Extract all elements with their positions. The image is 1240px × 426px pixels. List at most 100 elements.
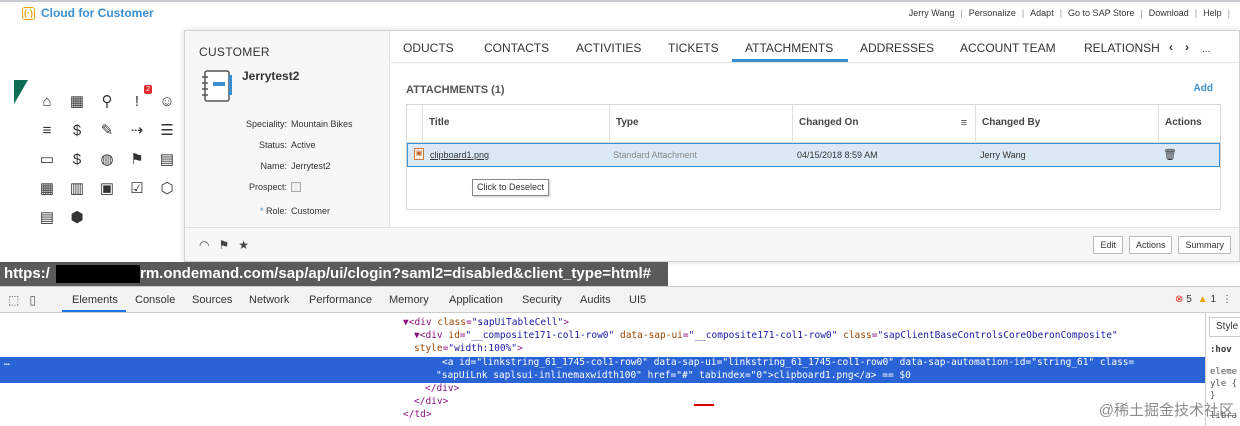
tab-next-icon[interactable]: › [1185,40,1189,54]
accounts-icon[interactable]: ≡ [36,119,58,141]
card-icon[interactable]: ▤ [156,148,178,170]
field-label: Name: [260,161,287,171]
star-icon[interactable]: ★ [238,238,249,252]
node-menu-icon[interactable]: … [4,357,10,368]
dom-node-close[interactable]: </td> [0,409,1205,422]
home-icon[interactable]: ⌂ [36,90,58,112]
tab-account-team[interactable]: ACCOUNT TEAM [960,41,1056,55]
dom-node-selected[interactable]: … <a id = "linkstring_61_1745-col1-row0" d… [0,357,1205,370]
checklist-icon[interactable]: ☑ [126,177,148,199]
devtools-menu-icon[interactable]: ⋮ [1222,294,1232,305]
attachment-title-link[interactable]: clipboard1.png [430,150,489,160]
flag-icon[interactable]: ⚑ [218,238,229,252]
dom-attr: style [414,343,443,354]
map-pin-icon[interactable]: ⚑ [126,148,148,170]
calendar-icon[interactable]: ▦ [36,177,58,199]
dom-selected-marker: == $0 [876,370,911,381]
tab-contacts[interactable]: CONTACTS [484,41,549,55]
prospect-checkbox[interactable] [291,182,301,192]
filter-icon[interactable]: ≡ [961,117,967,129]
task-list-icon[interactable]: ▤ [36,206,58,228]
globe-icon[interactable]: ◍ [96,148,118,170]
money-flow-icon[interactable]: ⇢ [126,119,148,141]
tab-attachments[interactable]: ATTACHMENTS [745,41,833,55]
devtools-tab-application[interactable]: Application [449,294,503,306]
dom-tag: <div [408,317,438,328]
toplink-sap-store[interactable]: Go to SAP Store [1062,8,1140,18]
tab-relationships[interactable]: RELATIONSH [1084,41,1160,55]
tab-activities[interactable]: ACTIVITIES [576,41,641,55]
hov-toggle[interactable]: :hov [1210,345,1232,355]
quote-icon[interactable]: $ [66,148,88,170]
column-type[interactable]: Type [610,105,793,143]
actions-button[interactable]: Actions [1128,236,1173,254]
summary-button[interactable]: Summary [1178,236,1231,254]
document-edit-icon[interactable]: ✎ [96,119,118,141]
tab-products[interactable]: ODUCTS [403,41,454,55]
dom-attr: class [437,317,466,328]
dom-node-close[interactable]: </div> [0,383,1205,396]
devtools-tab-memory[interactable]: Memory [389,294,429,306]
toplink-user[interactable]: Jerry Wang [903,8,961,18]
dom-attr: data-sap-ui [653,357,717,368]
rss-icon[interactable]: ◠ [199,238,209,252]
dom-val: "linkstring_61_1745-col1-row0" [476,357,648,368]
dom-val: "string_61" [1031,357,1095,368]
devtools-tab-console[interactable]: Console [135,294,175,306]
money-icon[interactable]: $ [66,119,88,141]
table-row[interactable]: ▣ clipboard1.png Standard Attachment 04/… [407,143,1220,167]
report-icon[interactable]: ▥ [66,177,88,199]
delete-icon[interactable]: 🗑 [1163,148,1177,161]
toplink-personalize[interactable]: Personalize [963,8,1022,18]
device-toolbar-icon[interactable]: ▯ [29,293,36,307]
edit-button[interactable]: Edit [1093,236,1123,254]
dom-val: "0" [750,370,768,381]
calendar-14-icon[interactable]: ▦ [66,90,88,112]
dom-node[interactable]: ▼<div class="sapUiTableCell"> [0,317,1205,330]
devtools-issue-counters[interactable]: ⊗ 5 ▲ 1 ⋮ [1175,294,1232,305]
cube-icon[interactable]: ⬢ [66,206,88,228]
warning-counter: ▲ 1 [1198,294,1216,305]
row-selector-header[interactable] [407,105,423,143]
toplink-adapt[interactable]: Adapt [1024,8,1060,18]
customer-name: Jerrytest2 [242,69,300,83]
column-changed-on[interactable]: Changed On ≡ [793,105,976,143]
dom-node-close[interactable]: </div> [0,396,1205,409]
clipboard-icon[interactable]: ▣ [96,177,118,199]
tab-addresses[interactable]: ADDRESSES [860,41,934,55]
lead-icon[interactable]: ▭ [36,148,58,170]
dom-node[interactable]: ▼<div id="__composite171-col1-row0" data… [0,330,1205,343]
search-icon[interactable]: ⚲ [96,90,118,112]
devtools-tab-ui5[interactable]: UI5 [629,294,646,306]
toplink-download[interactable]: Download [1143,8,1195,18]
image-file-icon: ▣ [414,148,424,160]
tab-more-icon[interactable]: ... [1202,44,1210,55]
notification-badge: 2 [144,85,152,94]
styles-filter-tab[interactable]: Style [1209,317,1240,337]
tab-tickets[interactable]: TICKETS [668,41,719,55]
user-icon[interactable]: ☺ [156,90,178,112]
deselect-tooltip: Click to Deselect [472,179,550,196]
devtools-tab-elements[interactable]: Elements [72,294,118,306]
field-value: Customer [291,206,331,216]
tab-prev-icon[interactable]: ‹ [1169,40,1173,54]
devtools-tab-security[interactable]: Security [522,294,562,306]
brand[interactable]: (·) Cloud for Customer [22,6,154,20]
field-name: Name: Jerrytest2 [185,161,390,175]
devtools-tab-performance[interactable]: Performance [309,294,372,306]
toplink-help[interactable]: Help [1197,8,1228,18]
error-counter: ⊗ 5 [1175,294,1192,305]
add-attachment-button[interactable]: Add [1194,83,1213,94]
column-changed-by[interactable]: Changed By [976,105,1159,143]
product-icon[interactable]: ⬡ [156,177,178,199]
devtools-tab-sources[interactable]: Sources [192,294,232,306]
devtools-tab-audits[interactable]: Audits [580,294,611,306]
launchpad-flag-icon [14,80,28,104]
column-title[interactable]: Title [423,105,610,143]
dom-node-selected-continued[interactable]: "sapUiLnk saplsui-inlinemaxwidth100" hre… [0,370,1205,383]
dom-attr: id [448,330,460,341]
notification-icon[interactable]: ! 2 [126,85,152,112]
devtools-tab-network[interactable]: Network [249,294,289,306]
inspect-element-icon[interactable]: ⬚ [8,293,19,307]
chat-list-icon[interactable]: ☰ [156,119,178,141]
